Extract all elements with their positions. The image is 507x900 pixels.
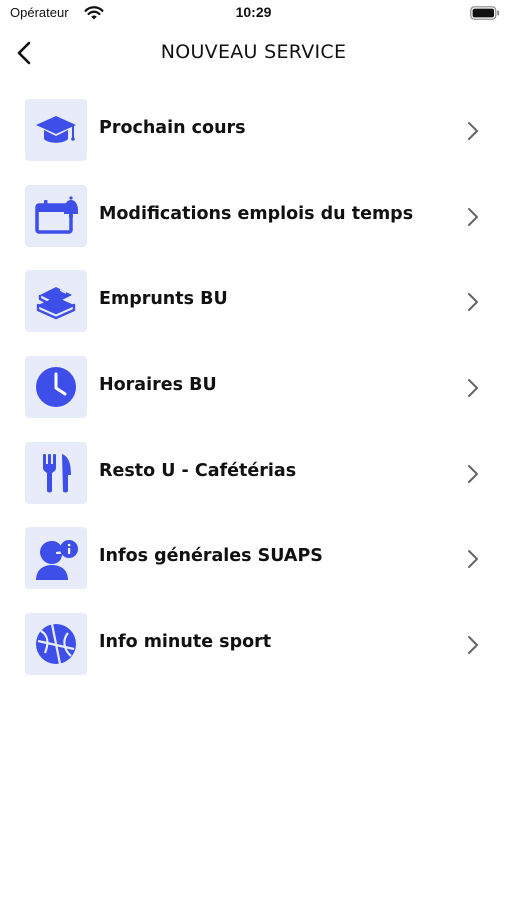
battery-icon [470,6,500,20]
fork-knife-icon [43,453,71,493]
icon-tile [25,527,87,590]
icon-tile [25,613,87,676]
clock-time: 10:29 [235,4,272,20]
graduation-cap-icon [36,116,76,143]
user-info-icon [36,540,78,581]
icon-tile [25,270,87,333]
service-label: Infos générales SUAPS [99,546,323,567]
chevron-right-icon [468,379,478,398]
icon-tile [25,441,87,504]
calendar-bell-icon [35,196,78,234]
nav-bar: NOUVEAU SERVICE [0,34,507,74]
service-list: Prochain cours Modifications emplois du … [0,99,507,699]
icon-tile [25,356,87,419]
chevron-right-icon [468,464,478,483]
service-item-modifications-emplois-du-temps[interactable]: Modifications emplois du temps [0,184,507,247]
chevron-right-icon [468,636,478,655]
service-item-emprunts-bu[interactable]: Emprunts BU [0,270,507,333]
chevron-right-icon [468,293,478,312]
icon-tile [25,184,87,247]
service-item-resto-u-cafeterias[interactable]: Resto U - Cafétérias [0,441,507,504]
service-item-prochain-cours[interactable]: Prochain cours [0,99,507,161]
service-item-info-minute-sport[interactable]: Info minute sport [0,613,507,676]
clock-icon [36,367,76,408]
books-icon [36,287,76,320]
service-item-horaires-bu[interactable]: Horaires BU [0,356,507,419]
service-label: Horaires BU [99,375,217,396]
chevron-right-icon [468,122,478,140]
service-label: Emprunts BU [99,289,228,310]
service-label: Prochain cours [99,118,246,138]
chevron-right-icon [468,207,478,226]
service-label: Info minute sport [99,632,272,653]
service-label: Resto U - Cafétérias [99,460,297,481]
service-item-infos-generales-suaps[interactable]: Infos générales SUAPS [0,527,507,590]
basketball-icon [36,623,76,665]
chevron-right-icon [468,550,478,569]
status-bar: Opérateur 10:29 [0,0,507,30]
icon-tile [25,99,87,161]
service-label: Modifications emplois du temps [99,203,414,224]
page-title: NOUVEAU SERVICE [160,41,347,63]
